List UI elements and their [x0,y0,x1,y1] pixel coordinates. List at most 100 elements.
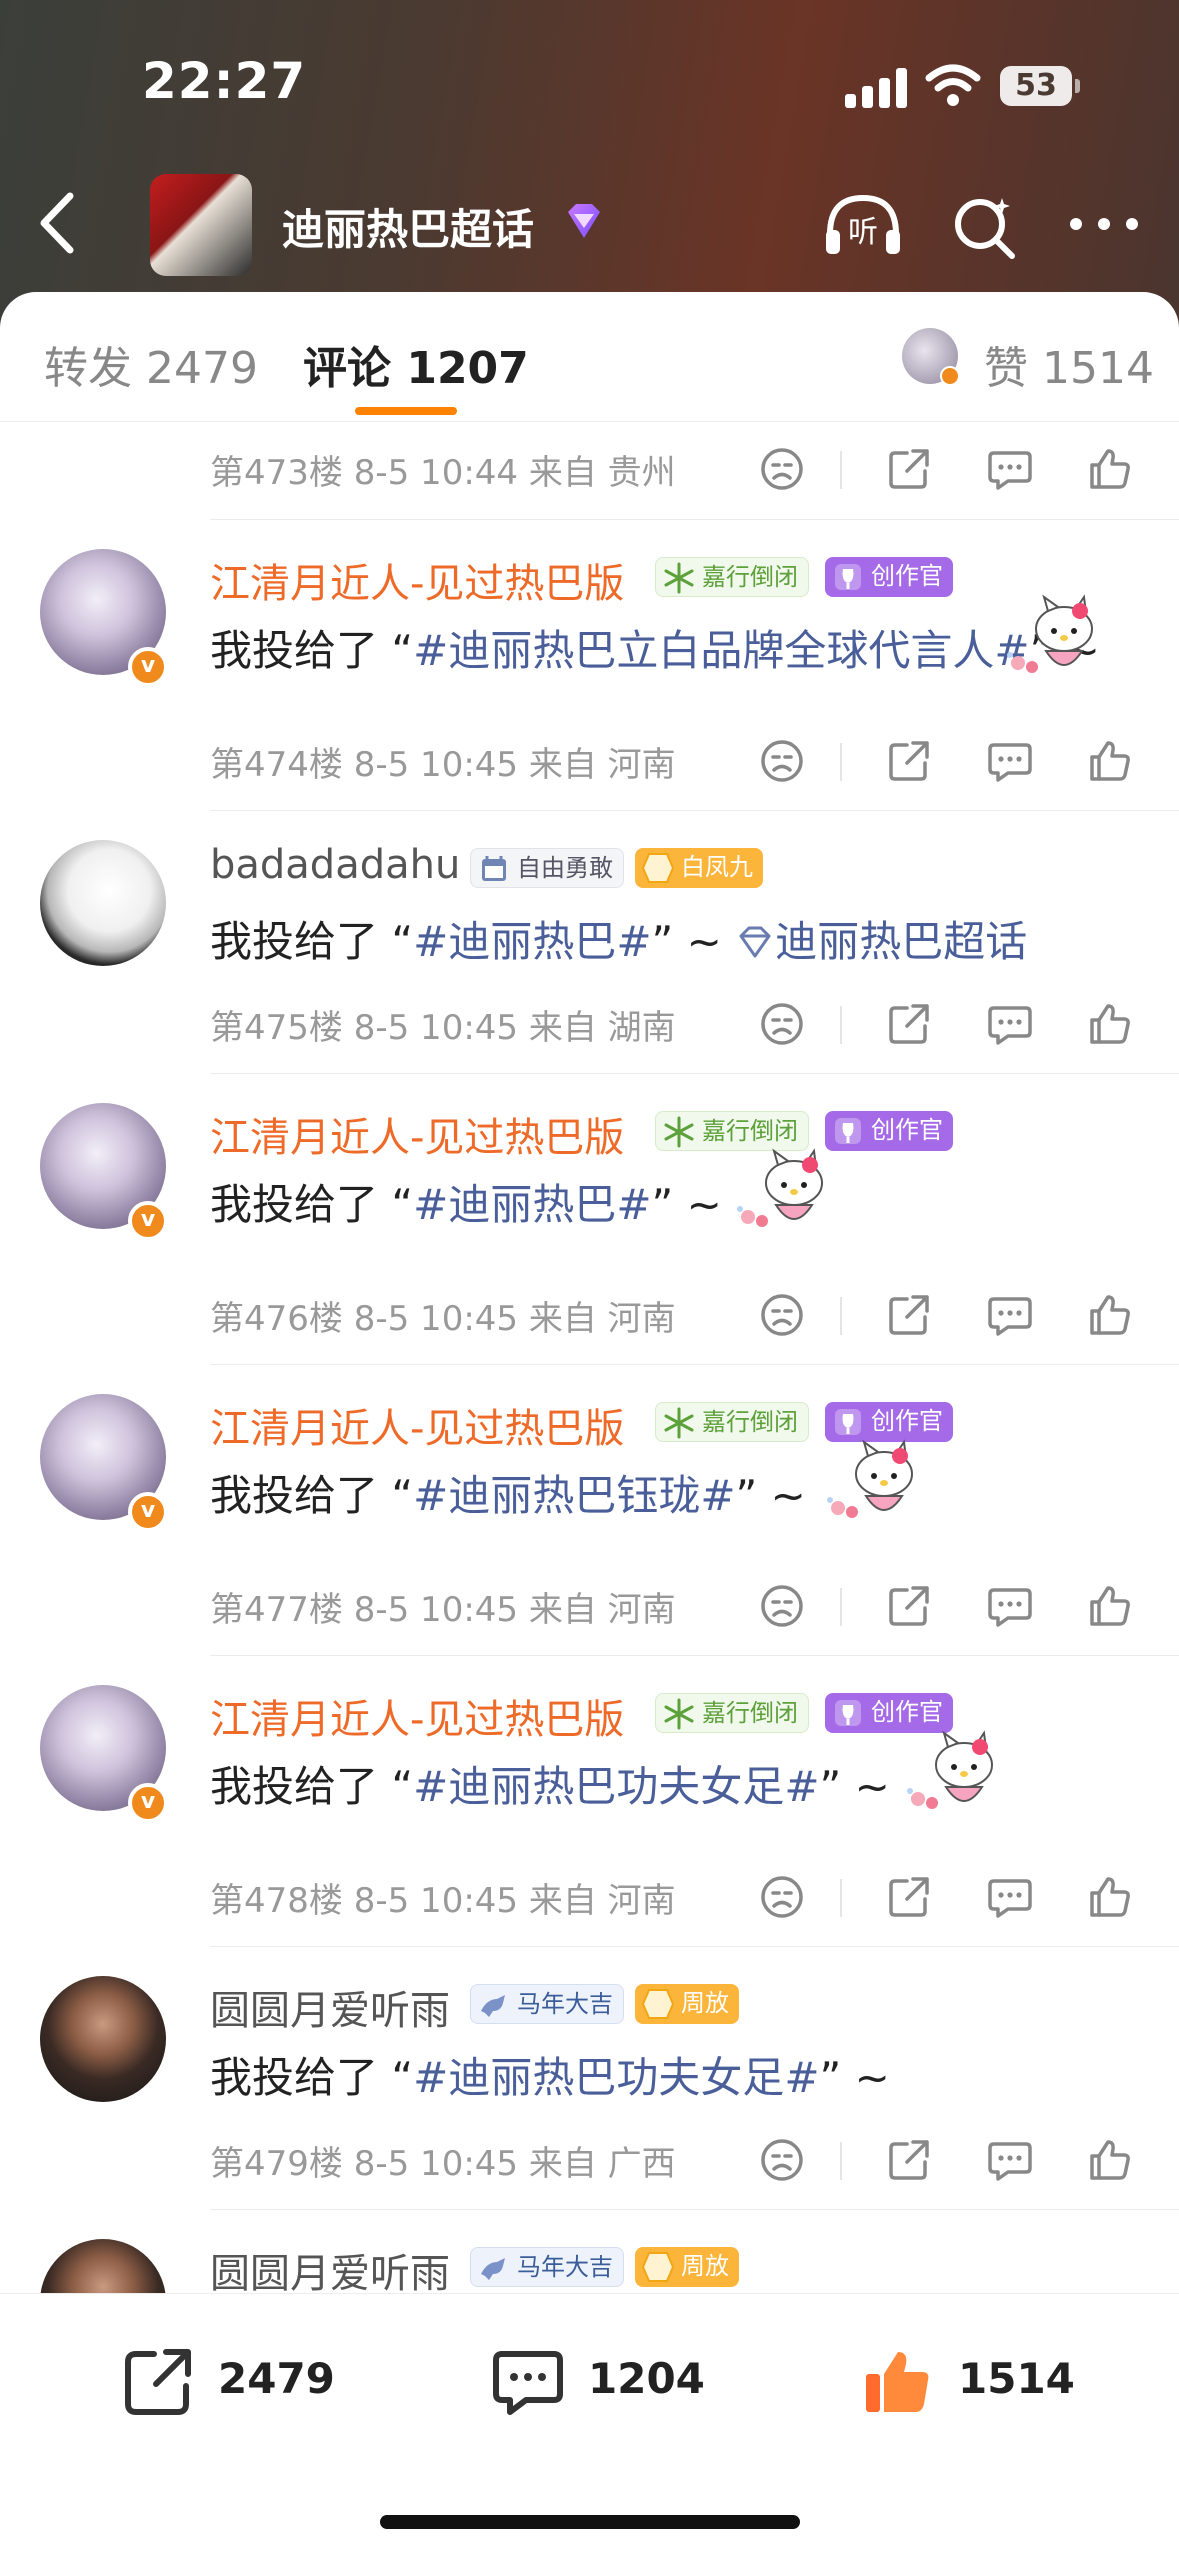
super-topic-link[interactable]: 迪丽热巴超话 [775,917,1027,966]
hello-kitty-sticker-icon [1000,589,1100,679]
wifi-icon [925,64,981,106]
comment-suffix: ” ~ [651,917,722,966]
fan-badge[interactable]: 嘉行倒闭 [655,1693,809,1733]
comment-time: 8-5 10:45 [353,745,519,785]
username[interactable]: 江清月近人-见过热巴版 [210,1396,624,1454]
liked-thumb-icon [866,2352,929,2412]
from-label: 来自 [528,745,597,785]
comment-text: 我投给了 “#迪丽热巴#” ~ 迪丽热巴超话 [210,908,1027,969]
avatar[interactable] [40,2239,166,2293]
fan-badge-label: 嘉行倒闭 [702,563,798,591]
tab-bar: 转发 2479 评论 1207 赞 1514 [0,292,1179,422]
fan-badge[interactable]: 嘉行倒闭 [655,557,809,597]
share-icon[interactable] [885,445,933,493]
comment-time: 8-5 10:45 [353,1299,519,1339]
back-icon[interactable] [30,188,90,258]
share-icon[interactable] [885,1873,933,1921]
avatar[interactable] [40,840,166,966]
comment-time: 8-5 10:45 [353,1881,519,1921]
like-icon[interactable] [1086,1291,1134,1339]
like-icon[interactable] [1086,1000,1134,1048]
reply-icon[interactable] [986,2136,1034,2184]
creator-icon [831,1697,865,1729]
region: 湖南 [607,1008,676,1048]
verified-badge-icon: v [128,1783,168,1823]
hashtag-link[interactable]: #迪丽热巴# [413,917,651,966]
like-icon[interactable] [1086,1582,1134,1630]
comment-prefix: 我投给了 “ [210,1471,414,1520]
hello-kitty-sticker-icon [820,1434,920,1524]
hashtag-link[interactable]: #迪丽热巴立白品牌全球代言人# [413,626,1029,675]
tab-reposts[interactable]: 转发 2479 [44,332,258,396]
floor-number: 第474楼 [210,745,343,785]
reply-icon[interactable] [986,737,1034,785]
share-icon[interactable] [885,1582,933,1630]
like-icon[interactable] [1086,737,1134,785]
snowflake-icon [662,1698,696,1730]
level-badge[interactable]: 周放 [635,1984,739,2024]
dislike-icon[interactable] [758,2136,806,2184]
page-title[interactable]: 迪丽热巴超话 [282,196,534,257]
comment-actions [740,737,1160,787]
dislike-icon[interactable] [758,1000,806,1048]
like-icon[interactable] [1086,1873,1134,1921]
hashtag-link[interactable]: #迪丽热巴功夫女足# [413,1762,819,1811]
from-label: 来自 [528,1881,597,1921]
comment-time: 8-5 10:45 [353,1590,519,1630]
level-badge[interactable]: 周放 [635,2247,739,2287]
floor-number: 第475楼 [210,1008,343,1048]
comment-time: 8-5 10:45 [353,2144,519,2184]
share-icon[interactable] [885,1291,933,1339]
share-icon[interactable] [885,2136,933,2184]
list-item: 圆圆月爱听雨 马年大吉 周放 [0,2209,1179,2293]
search-icon[interactable] [950,192,1020,262]
like-icon[interactable] [1086,445,1134,493]
username[interactable]: 圆圆月爱听雨 [210,2241,450,2293]
avatar[interactable] [40,1976,166,2102]
cellular-signal-icon [845,66,907,108]
reply-icon[interactable] [986,445,1034,493]
level-badge-label: 白凤九 [681,853,753,881]
tab-comments[interactable]: 评论 1207 [303,332,529,396]
super-topic-avatar[interactable] [150,174,252,276]
reply-icon[interactable] [986,1582,1034,1630]
creator-badge-label: 创作官 [871,1698,943,1726]
username[interactable]: 圆圆月爱听雨 [210,1978,450,2036]
dislike-icon[interactable] [758,445,806,493]
tab-comments-count: 1207 [406,343,529,394]
dislike-icon[interactable] [758,737,806,785]
share-icon[interactable] [885,737,933,785]
fan-badge-label: 嘉行倒闭 [702,1117,798,1145]
fan-badge[interactable]: 马年大吉 [470,2247,624,2287]
dislike-icon[interactable] [758,1873,806,1921]
dislike-icon[interactable] [758,1291,806,1339]
like-icon[interactable] [1086,2136,1134,2184]
username[interactable]: 江清月近人-见过热巴版 [210,1105,624,1163]
username[interactable]: badadadahu [210,842,460,888]
comment-actions [740,2136,1160,2186]
comment-text: 我投给了 “#迪丽热巴功夫女足#” ~ [210,1753,890,1814]
dislike-icon[interactable] [758,1582,806,1630]
hashtag-link[interactable]: #迪丽热巴# [413,1180,651,1229]
comment-prefix: 我投给了 “ [210,917,414,966]
reply-icon[interactable] [986,1000,1034,1048]
region: 河南 [607,1299,676,1339]
level-badge[interactable]: 白凤九 [635,848,763,888]
tab-reposts-label: 转发 [44,343,132,394]
fan-badge[interactable]: 自由勇敢 [470,848,624,888]
creator-badge[interactable]: 创作官 [825,1111,953,1151]
username[interactable]: 江清月近人-见过热巴版 [210,551,624,609]
verified-badge-icon: v [128,1492,168,1532]
fan-badge[interactable]: 马年大吉 [470,1984,624,2024]
reply-icon[interactable] [986,1291,1034,1339]
more-options-icon[interactable] [1066,204,1146,244]
share-icon[interactable] [885,1000,933,1048]
listen-icon[interactable]: 听 [822,190,904,260]
fan-badge[interactable]: 嘉行倒闭 [655,1402,809,1442]
reply-icon[interactable] [986,1873,1034,1921]
comment-text: 我投给了 “#迪丽热巴立白品牌全球代言人#” ~ [210,617,1100,678]
hashtag-link[interactable]: #迪丽热巴功夫女足# [413,2053,819,2102]
username[interactable]: 江清月近人-见过热巴版 [210,1687,624,1745]
hashtag-link[interactable]: #迪丽热巴钰珑# [413,1471,735,1520]
creator-badge[interactable]: 创作官 [825,557,953,597]
